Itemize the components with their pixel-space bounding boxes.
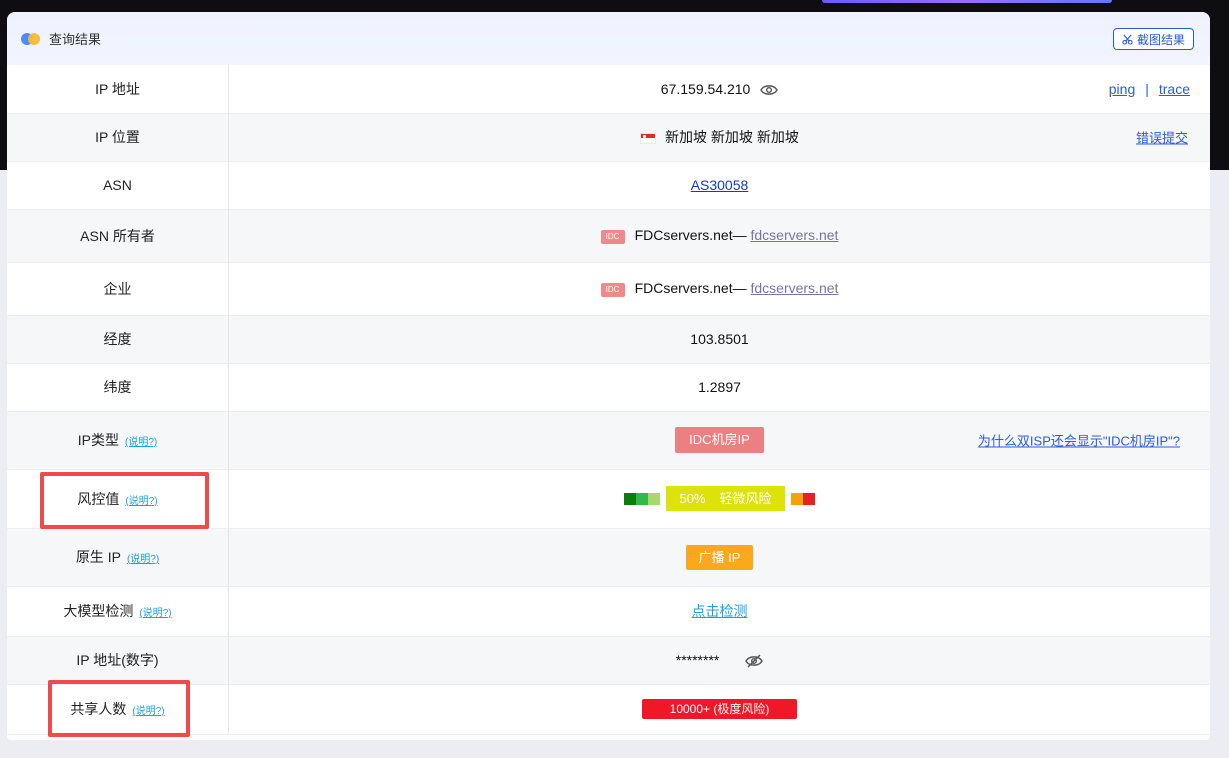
table-row-longitude: 经度 103.8501: [7, 315, 1210, 364]
result-card: 查询结果 截图结果 IP 地址 67.159.54.210 ping | trace…: [7, 12, 1210, 740]
card-header: 查询结果 截图结果: [7, 12, 1210, 65]
help-link[interactable]: (说明?): [125, 496, 157, 507]
row-label: IP 位置: [7, 113, 229, 162]
row-label: IP 地址: [7, 65, 229, 114]
help-link[interactable]: (说明?): [132, 706, 164, 717]
idc-badge: IDC: [600, 282, 625, 297]
help-link[interactable]: (说明?): [125, 437, 157, 448]
risk-percent: 50%: [679, 491, 706, 506]
table-row-asn-owner: ASN 所有者 IDC FDCservers.net— fdcservers.ne…: [7, 209, 1210, 263]
ping-link[interactable]: ping: [1109, 81, 1135, 97]
ip-type-badge: IDC机房IP: [675, 427, 764, 453]
company-name: FDCservers.net—: [634, 280, 747, 297]
idc-badge: IDC: [600, 229, 625, 244]
table-row-ip: IP 地址 67.159.54.210 ping | trace: [7, 65, 1210, 114]
eye-icon[interactable]: [760, 84, 779, 96]
ip-tool-links: ping | trace: [1109, 81, 1190, 97]
llm-detect-link[interactable]: 点击检测: [692, 603, 748, 619]
ip-numeric-value: ********: [675, 651, 720, 668]
table-row-ip-type: IP类型 (说明?) IDC机房IP 为什么双ISP还会显示"IDC机房IP"?: [7, 411, 1210, 470]
row-label: 纬度: [7, 363, 229, 412]
company-domain-link[interactable]: fdcservers.net: [750, 280, 838, 296]
table-row-asn: ASN AS30058: [7, 161, 1210, 210]
row-label: 企业: [7, 262, 229, 316]
table-row-llm: 大模型检测 (说明?) 点击检测: [7, 586, 1210, 637]
table-row-risk: 风控值 (说明?) 50% 轻微风险: [7, 469, 1210, 529]
screenshot-button[interactable]: 截图结果: [1112, 28, 1194, 50]
singapore-flag-icon: [640, 132, 657, 144]
row-label: IP 地址(数字): [7, 636, 229, 685]
page-title: 查询结果: [49, 32, 102, 47]
eye-off-icon[interactable]: [745, 654, 764, 668]
risk-meter: 50% 轻微风险: [624, 486, 815, 511]
report-error-link[interactable]: 错误提交: [1136, 128, 1188, 147]
why-idc-link[interactable]: 为什么双ISP还会显示"IDC机房IP"?: [978, 431, 1180, 450]
ip-address-value: 67.159.54.210: [660, 80, 751, 97]
row-label: ASN: [7, 161, 229, 210]
risk-segment-high: [790, 492, 803, 505]
native-ip-badge: 广播 IP: [685, 544, 754, 570]
row-label: 原生 IP: [75, 549, 121, 565]
row-label: 风控值: [77, 490, 120, 507]
asn-link[interactable]: AS30058: [691, 177, 749, 193]
row-label: 大模型检测: [63, 603, 134, 619]
info-table: IP 地址 67.159.54.210 ping | trace IP 位置 新加坡…: [7, 65, 1210, 735]
table-row-company: 企业 IDC FDCservers.net— fdcservers.net: [7, 262, 1210, 316]
shared-users-badge: 10000+ (极度风险): [642, 699, 797, 719]
row-label: 共享人数: [70, 701, 127, 717]
help-link[interactable]: (说明?): [139, 608, 171, 619]
table-row-shared: 共享人数 (说明?) 10000+ (极度风险): [7, 684, 1210, 735]
row-label: 经度: [7, 315, 229, 364]
scissors-icon: [1122, 34, 1133, 45]
asn-owner-domain-link[interactable]: fdcservers.net: [750, 227, 838, 243]
screenshot-button-label: 截图结果: [1136, 32, 1185, 47]
logo-icon: [21, 32, 43, 46]
link-separator: |: [1145, 80, 1149, 97]
row-label: IP类型: [77, 432, 119, 448]
risk-segment-high: [802, 492, 815, 505]
risk-segment-low: [636, 492, 649, 505]
risk-segment-low: [648, 492, 661, 505]
location-value: 新加坡 新加坡 新加坡: [665, 129, 799, 145]
table-row-latitude: 纬度 1.2897: [7, 363, 1210, 412]
risk-label: 轻微风险: [719, 491, 772, 506]
table-row-ip-numeric: IP 地址(数字) ********: [7, 636, 1210, 685]
table-row-native: 原生 IP (说明?) 广播 IP: [7, 528, 1210, 587]
longitude-value: 103.8501: [228, 315, 1210, 364]
asn-owner-name: FDCservers.net—: [634, 227, 747, 244]
trace-link[interactable]: trace: [1159, 81, 1190, 97]
risk-score-badge: 50% 轻微风险: [666, 486, 785, 511]
risk-segment-low: [624, 492, 637, 505]
help-link[interactable]: (说明?): [127, 554, 159, 565]
table-row-location: IP 位置 新加坡 新加坡 新加坡 错误提交: [7, 113, 1210, 162]
top-accent-bar: [822, 0, 1112, 3]
latitude-value: 1.2897: [228, 363, 1210, 412]
row-label: ASN 所有者: [7, 209, 229, 263]
